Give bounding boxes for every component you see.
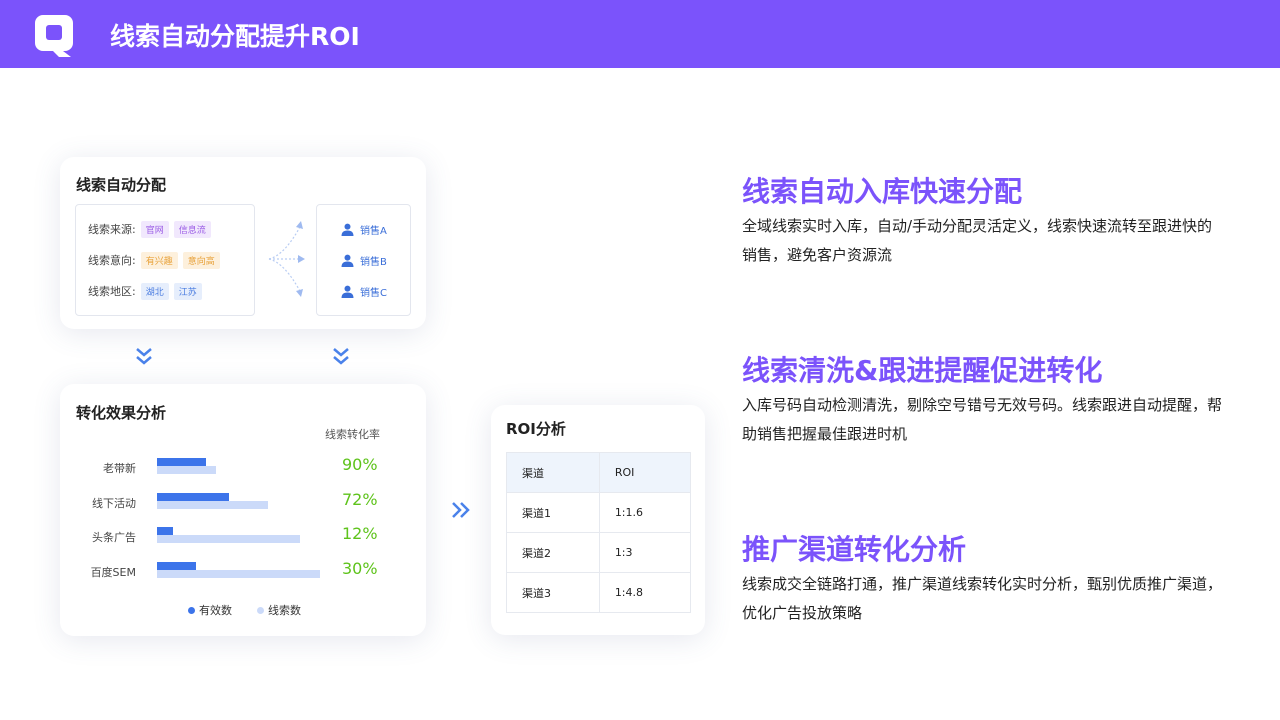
user-icon bbox=[341, 223, 354, 236]
feature-title: 推广渠道转化分析 bbox=[742, 533, 967, 566]
table-cell: 渠道1 bbox=[506, 492, 600, 533]
feature-description: 线索成交全链路打通，推广渠道线索转化实时分析，甄别优质推广渠道，优化广告投放策略 bbox=[742, 575, 1223, 622]
bar-valid-count bbox=[157, 458, 206, 466]
sales-item-a: 销售A bbox=[341, 222, 387, 237]
conversion-title: 转化效果分析 bbox=[76, 404, 167, 422]
roi-title: ROI分析 bbox=[506, 420, 566, 438]
roi-table: 渠道 ROI 渠道1 1:1.6 渠道2 1:3 渠道3 1:4.8 bbox=[506, 452, 692, 613]
attribute-row-region: 线索地区: 湖北 江苏 bbox=[88, 282, 207, 300]
table-row: 渠道2 1:3 bbox=[506, 532, 692, 573]
lead-attribute-box: 线索来源: 官网 信息流 线索意向: 有兴趣 意向高 线索地区: 湖北 江苏 bbox=[75, 204, 255, 316]
conversion-analysis-card: 转化效果分析 线索转化率 老带新 90% 线下活动 72% 头条广告 12% 百度SEM 30… bbox=[60, 384, 426, 636]
column-header: ROI bbox=[598, 452, 692, 493]
page-title: 线索自动分配提升ROI bbox=[110, 22, 360, 51]
conversion-rate-value: 12% bbox=[342, 524, 378, 543]
sales-item-b: 销售B bbox=[341, 253, 387, 268]
user-icon bbox=[341, 254, 354, 267]
table-cell: 1:4.8 bbox=[598, 572, 692, 613]
conversion-rate-value: 90% bbox=[342, 455, 378, 474]
distribute-arrows-icon bbox=[268, 221, 305, 297]
bar-valid-count bbox=[157, 527, 173, 535]
attribute-label: 线索来源: bbox=[88, 223, 136, 236]
conversion-rate-value: 30% bbox=[342, 558, 378, 578]
sales-label: 销售B bbox=[360, 257, 387, 268]
down-chevron-icon bbox=[136, 348, 152, 365]
feature-title: 线索清洗&跟进提醒促进转化 bbox=[742, 354, 1103, 387]
bar-category-label: 头条广告 bbox=[92, 531, 136, 544]
bar-category-label: 百度SEM bbox=[90, 565, 136, 579]
chat-bubble-logo-icon bbox=[35, 15, 73, 57]
table-cell: 渠道3 bbox=[506, 572, 600, 613]
legend-label: 线索数 bbox=[268, 604, 301, 617]
bar-category-label: 线下活动 bbox=[92, 496, 136, 510]
roi-analysis-card: ROI分析 渠道 ROI 渠道1 1:1.6 渠道2 1:3 渠道3 1:4.8 bbox=[491, 405, 705, 635]
feature-description: 全域线索实时入库，自动/手动分配灵活定义，线索快速流转至跟进快的销售，避免客户资… bbox=[742, 217, 1213, 264]
sales-label: 销售A bbox=[360, 226, 387, 237]
tag-chip: 有兴趣 bbox=[140, 251, 178, 269]
sales-label: 销售C bbox=[360, 288, 387, 299]
legend-label: 有效数 bbox=[199, 604, 232, 617]
table-cell: 1:1.6 bbox=[598, 492, 692, 533]
sales-item-c: 销售C bbox=[341, 284, 387, 299]
legend-dot-leads bbox=[257, 606, 264, 614]
bar-valid-count bbox=[157, 561, 196, 570]
table-row: 渠道3 1:4.8 bbox=[506, 572, 692, 613]
table-cell: 1:3 bbox=[598, 532, 692, 573]
user-icon bbox=[341, 285, 354, 298]
rate-column-header: 线索转化率 bbox=[325, 428, 380, 441]
tag-chip: 官网 bbox=[140, 220, 169, 238]
tag-chip: 意向高 bbox=[182, 251, 220, 269]
lead-assign-title: 线索自动分配 bbox=[76, 176, 167, 194]
bar-lead-count bbox=[157, 535, 300, 543]
tag-chip: 湖北 bbox=[140, 282, 169, 300]
tag-chip: 信息流 bbox=[173, 220, 211, 238]
bar-lead-count bbox=[157, 569, 320, 578]
attribute-row-intent: 线索意向: 有兴趣 意向高 bbox=[88, 251, 225, 269]
attribute-label: 线索意向: bbox=[88, 254, 136, 267]
bar-category-label: 老带新 bbox=[103, 462, 136, 475]
legend-valid: 有效数 bbox=[188, 602, 232, 618]
bar-valid-count bbox=[157, 492, 229, 501]
conversion-rate-value: 72% bbox=[342, 489, 378, 509]
sales-list-box: 销售A 销售B 销售C bbox=[316, 204, 411, 316]
bar-lead-count bbox=[157, 466, 216, 474]
lead-assign-card: 线索自动分配 线索来源: 官网 信息流 线索意向: 有兴趣 意向高 线索地区: … bbox=[60, 157, 426, 329]
attribute-label: 线索地区: bbox=[88, 285, 136, 298]
column-header: 渠道 bbox=[506, 452, 600, 493]
feature-description: 入库号码自动检测清洗，剔除空号错号无效号码。线索跟进自动提醒，帮助销售把握最佳跟… bbox=[742, 396, 1223, 443]
table-row: 渠道1 1:1.6 bbox=[506, 492, 692, 533]
legend-dot-valid bbox=[188, 606, 195, 614]
bar-lead-count bbox=[157, 500, 268, 509]
header-bar: 线索自动分配提升ROI bbox=[0, 0, 1280, 68]
table-cell: 渠道2 bbox=[506, 532, 600, 573]
table-header-row: 渠道 ROI bbox=[506, 452, 692, 493]
legend-leads: 线索数 bbox=[257, 602, 301, 618]
down-chevron-icon bbox=[333, 348, 349, 365]
double-chevron-right-icon bbox=[452, 502, 470, 518]
tag-chip: 江苏 bbox=[173, 282, 202, 300]
feature-title: 线索自动入库快速分配 bbox=[742, 175, 1023, 208]
attribute-row-source: 线索来源: 官网 信息流 bbox=[88, 220, 216, 238]
